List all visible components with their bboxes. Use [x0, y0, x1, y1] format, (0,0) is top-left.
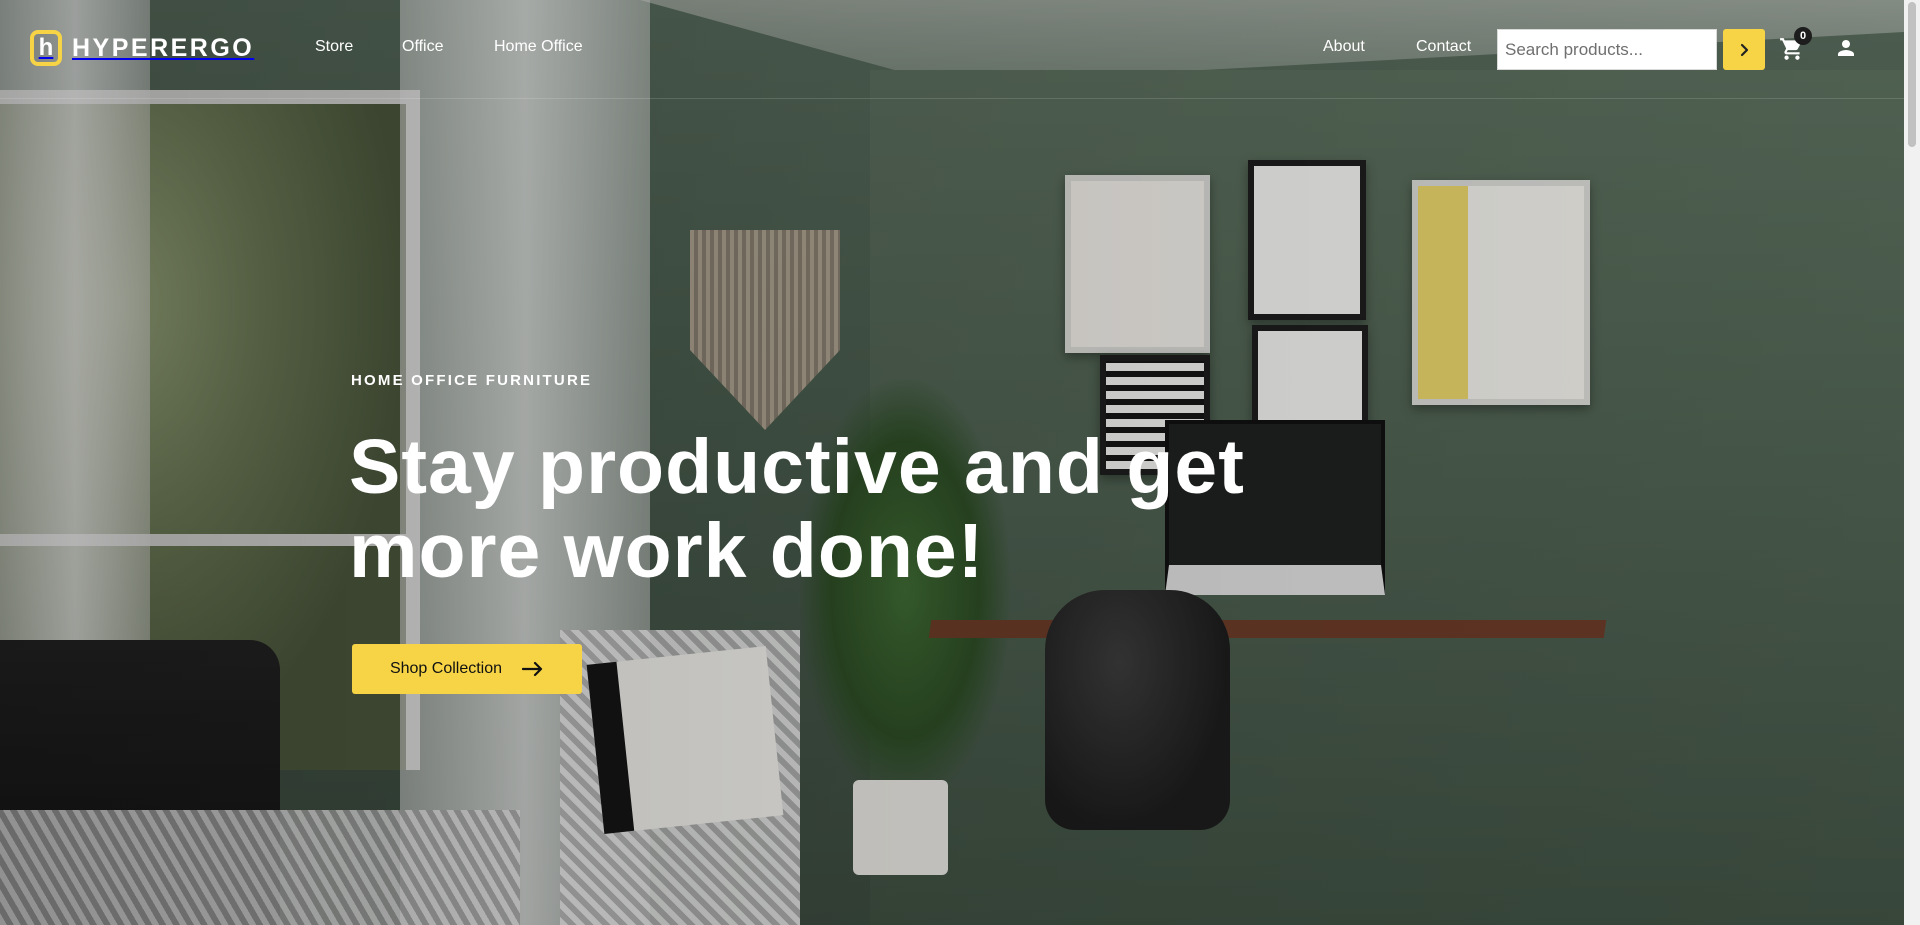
shop-collection-button[interactable]: Shop Collection — [352, 644, 582, 694]
scrollbar-thumb[interactable] — [1908, 2, 1916, 147]
logo[interactable]: h HYPERERGO — [30, 30, 254, 66]
page-scrollbar[interactable] — [1904, 0, 1920, 925]
cart-count-badge: 0 — [1794, 27, 1812, 45]
hero-eyebrow: HOME OFFICE FURNITURE — [351, 372, 593, 389]
chevron-right-icon — [1740, 43, 1749, 56]
user-icon — [1838, 40, 1854, 56]
account-button[interactable] — [1834, 36, 1858, 60]
site-header: h HYPERERGO Store Office Home Office Abo… — [0, 0, 1904, 99]
nav-link-contact[interactable]: Contact — [1416, 38, 1471, 56]
nav-link-about[interactable]: About — [1323, 38, 1365, 56]
hero-headline-line-1: Stay productive and get — [349, 424, 1245, 510]
hero-headline-line-2: more work done! — [349, 508, 985, 594]
logo-mark-icon: h — [30, 30, 62, 66]
logo-text: HYPERERGO — [72, 33, 255, 62]
nav-link-store[interactable]: Store — [315, 38, 353, 56]
nav-link-home-office[interactable]: Home Office — [494, 38, 583, 56]
shop-collection-label: Shop Collection — [389, 660, 503, 677]
hero-headline: Stay productive and get more work done! — [349, 425, 1249, 593]
search-input[interactable] — [1497, 29, 1717, 70]
nav-link-office[interactable]: Office — [402, 38, 444, 56]
arrow-right-icon — [522, 661, 543, 677]
search-submit-button[interactable] — [1723, 29, 1765, 70]
